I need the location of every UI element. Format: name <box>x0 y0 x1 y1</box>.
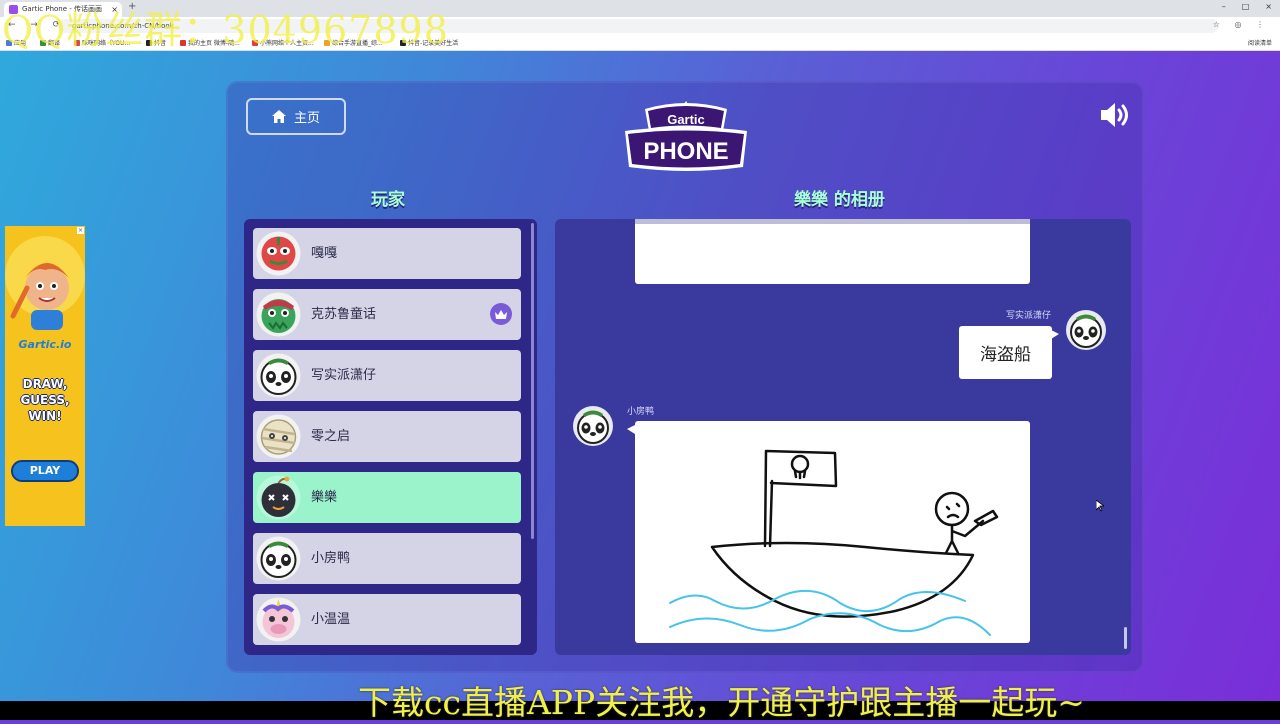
drawing-entry-author: 小房鸭 <box>627 407 655 417</box>
album-view: 写实派潇仔 海盗船 小房鸭 <box>555 219 1131 655</box>
ad-character-icon <box>5 236 85 330</box>
ad-line: DRAW, <box>22 377 68 391</box>
mummy-avatar-icon <box>256 414 301 459</box>
panda-avatar-icon <box>256 353 301 398</box>
pirate-ship-sketch <box>669 449 999 636</box>
player-list-scrollbar[interactable] <box>531 223 534 539</box>
panda-avatar-icon <box>573 406 613 446</box>
host-crown-icon <box>490 303 512 325</box>
minimize-button[interactable]: – <box>1222 2 1226 11</box>
player-name: 嘎嘎 <box>311 246 338 261</box>
home-button[interactable]: 主页 <box>246 98 346 135</box>
players-title: 玩家 <box>371 190 405 210</box>
mouse-cursor-icon <box>1096 500 1104 512</box>
player-item: 嘎嘎 <box>253 228 521 279</box>
player-name: 零之启 <box>311 429 351 444</box>
text-entry-author: 写实派潇仔 <box>1006 311 1052 321</box>
gartic-io-ad[interactable]: × Gartic.io DRAW, GUESS, WIN! PLAY <box>5 226 85 526</box>
gartic-page: 主页 Gartic PHONE 玩家 樂樂 的相册 嘎嘎 克苏鲁童话 写实派潇仔… <box>0 51 1280 701</box>
previous-drawing-card <box>635 219 1030 284</box>
player-name: 樂樂 <box>311 490 338 505</box>
logo-top-text: Gartic <box>667 112 705 127</box>
home-label: 主页 <box>293 111 320 126</box>
player-item: 写实派潇仔 <box>253 350 521 401</box>
maximize-button[interactable]: □ <box>1242 2 1250 11</box>
window-controls: – □ × <box>1222 2 1272 11</box>
sound-icon[interactable] <box>1099 101 1133 129</box>
close-window-button[interactable]: × <box>1265 2 1272 11</box>
bomb-avatar-icon <box>256 475 301 520</box>
panda-avatar-icon <box>256 536 301 581</box>
player-item-active: 樂樂 <box>253 472 521 523</box>
qq-group-overlay: QQ粉丝群：304967898 <box>2 8 449 52</box>
text-entry-bubble: 海盗船 <box>959 326 1059 379</box>
player-item: 小温温 <box>253 594 521 645</box>
gartic-phone-logo: Gartic PHONE <box>625 101 747 171</box>
player-item: 小房鸭 <box>253 533 521 584</box>
ad-line: GUESS, <box>20 393 70 407</box>
logo-bottom-text: PHONE <box>643 138 728 165</box>
player-item: 零之启 <box>253 411 521 462</box>
player-list: 嘎嘎 克苏鲁童话 写实派潇仔 零之启 樂樂 小房鸭 小温温 <box>244 219 537 655</box>
pirate-ship-drawing <box>627 421 1030 643</box>
unicorn-avatar-icon <box>256 597 301 642</box>
album-title: 樂樂 的相册 <box>794 190 885 210</box>
stream-subtitle-overlay: 下载cc直播APP关注我，开通守护跟主播一起玩~ <box>358 683 1085 722</box>
ad-play-button[interactable]: PLAY <box>11 460 79 482</box>
player-item: 克苏鲁童话 <box>253 289 521 340</box>
reading-list[interactable]: 阅读清单 <box>1248 38 1272 47</box>
player-name: 小温温 <box>311 612 351 627</box>
luchador-avatar-icon <box>256 231 301 276</box>
album-scrollbar[interactable] <box>1124 627 1127 649</box>
player-name: 写实派潇仔 <box>311 368 377 383</box>
player-name: 克苏鲁童话 <box>311 307 377 322</box>
panda-avatar-icon <box>1066 310 1106 350</box>
player-name: 小房鸭 <box>311 551 351 566</box>
ad-text: DRAW, GUESS, WIN! <box>5 376 85 424</box>
ad-logo: Gartic.io <box>18 338 72 351</box>
toolbar-icons[interactable]: ☆ ◎ ⋮ <box>1213 20 1270 29</box>
ad-line: WIN! <box>28 409 62 423</box>
green-monster-avatar-icon <box>256 292 301 337</box>
home-icon <box>271 110 286 123</box>
